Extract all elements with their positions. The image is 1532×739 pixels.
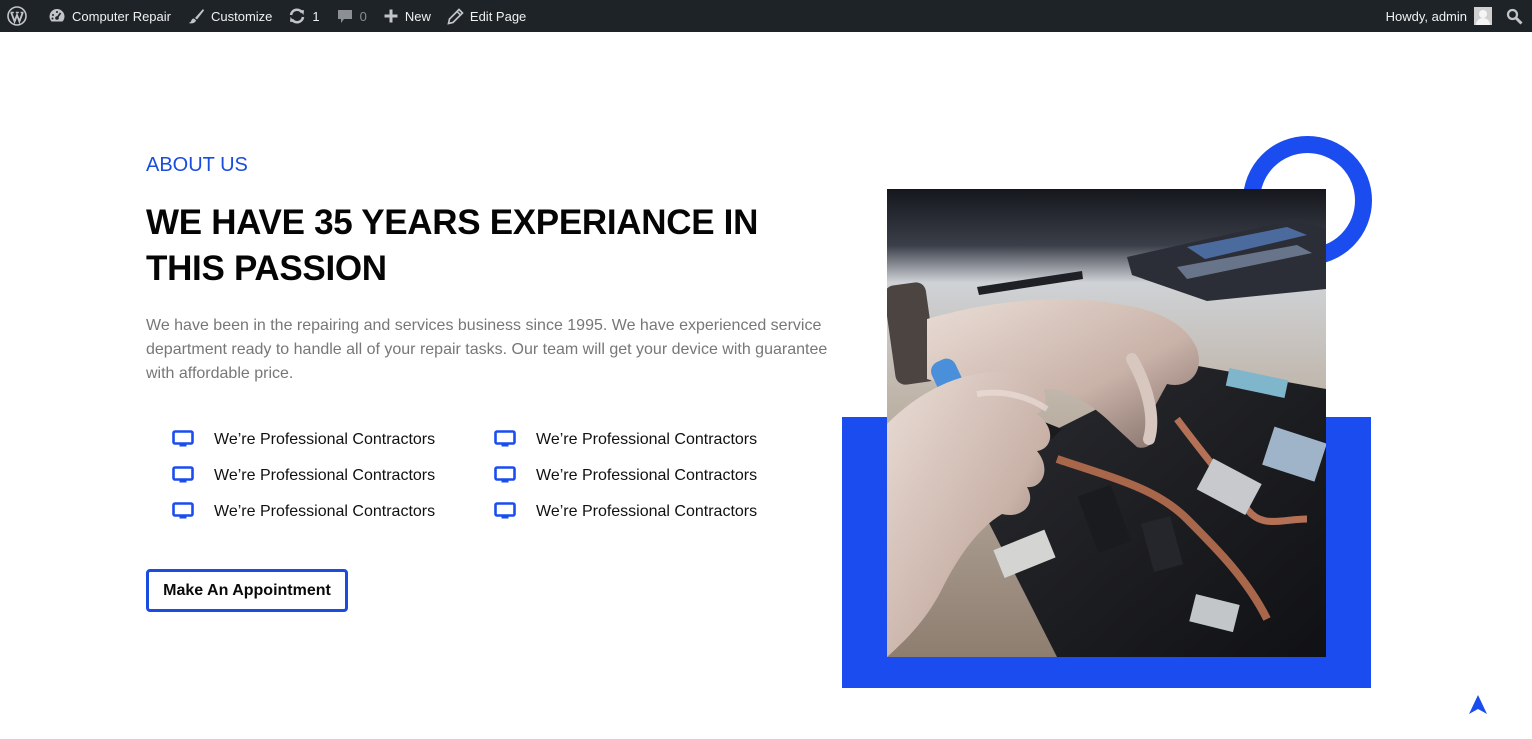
features-list: We’re Professional Contractors We’re Pro… bbox=[172, 428, 794, 524]
admin-search-button[interactable] bbox=[1500, 0, 1532, 32]
paintbrush-icon bbox=[187, 7, 205, 25]
comment-bubble-icon bbox=[336, 7, 354, 25]
arrow-up-icon bbox=[1469, 695, 1487, 714]
feature-label: We’re Professional Contractors bbox=[536, 503, 758, 520]
comments-link[interactable]: 0 bbox=[328, 0, 375, 32]
feature-item: We’re Professional Contractors bbox=[494, 500, 794, 524]
search-icon bbox=[1506, 8, 1523, 25]
monitor-icon bbox=[172, 502, 194, 522]
admin-bar: Computer Repair Customize 1 0 New Edit P… bbox=[0, 0, 1532, 32]
scroll-to-top-button[interactable] bbox=[1466, 693, 1490, 717]
feature-label: We’re Professional Contractors bbox=[214, 503, 436, 520]
make-appointment-button[interactable]: Make An Appointment bbox=[146, 569, 348, 612]
feature-label: We’re Professional Contractors bbox=[536, 431, 758, 448]
updates-link[interactable]: 1 bbox=[280, 0, 327, 32]
section-headline: WE HAVE 35 YEARS EXPERIANCE IN THIS PASS… bbox=[146, 203, 759, 288]
feature-item: We’re Professional Contractors bbox=[172, 464, 494, 488]
monitor-icon bbox=[494, 430, 516, 450]
feature-label: We’re Professional Contractors bbox=[536, 467, 758, 484]
edit-page-label: Edit Page bbox=[469, 8, 527, 24]
feature-item: We’re Professional Contractors bbox=[494, 464, 794, 488]
updates-refresh-icon bbox=[288, 7, 306, 25]
updates-count: 1 bbox=[312, 8, 320, 24]
my-account-link[interactable]: Howdy, admin bbox=[1378, 0, 1500, 32]
pencil-icon bbox=[447, 7, 464, 25]
feature-label: We’re Professional Contractors bbox=[214, 431, 436, 448]
site-name: Computer Repair bbox=[72, 8, 171, 24]
feature-item: We’re Professional Contractors bbox=[494, 428, 794, 452]
edit-page-link[interactable]: Edit Page bbox=[439, 0, 534, 32]
avatar bbox=[1474, 7, 1492, 25]
feature-item: We’re Professional Contractors bbox=[172, 428, 494, 452]
monitor-icon bbox=[172, 430, 194, 450]
wordpress-menu[interactable] bbox=[0, 0, 40, 32]
plus-icon bbox=[383, 8, 399, 24]
comments-count: 0 bbox=[359, 8, 367, 24]
new-content-link[interactable]: New bbox=[375, 0, 439, 32]
laptop-repair-photo bbox=[887, 189, 1326, 657]
section-eyebrow: ABOUT US bbox=[146, 154, 248, 176]
monitor-icon bbox=[494, 466, 516, 486]
site-name-link[interactable]: Computer Repair bbox=[40, 0, 179, 32]
feature-label: We’re Professional Contractors bbox=[214, 467, 436, 484]
howdy-label: Howdy, admin bbox=[1385, 8, 1467, 24]
admin-bar-secondary: Howdy, admin bbox=[1378, 0, 1532, 32]
wordpress-logo-icon bbox=[7, 6, 27, 26]
feature-item: We’re Professional Contractors bbox=[172, 500, 494, 524]
about-image bbox=[887, 189, 1326, 657]
section-paragraph: We have been in the repairing and servic… bbox=[146, 317, 828, 382]
dashboard-gauge-icon bbox=[48, 7, 66, 25]
customize-link[interactable]: Customize bbox=[179, 0, 280, 32]
monitor-icon bbox=[172, 466, 194, 486]
monitor-icon bbox=[494, 502, 516, 522]
customize-label: Customize bbox=[211, 8, 273, 24]
new-label: New bbox=[404, 8, 431, 24]
